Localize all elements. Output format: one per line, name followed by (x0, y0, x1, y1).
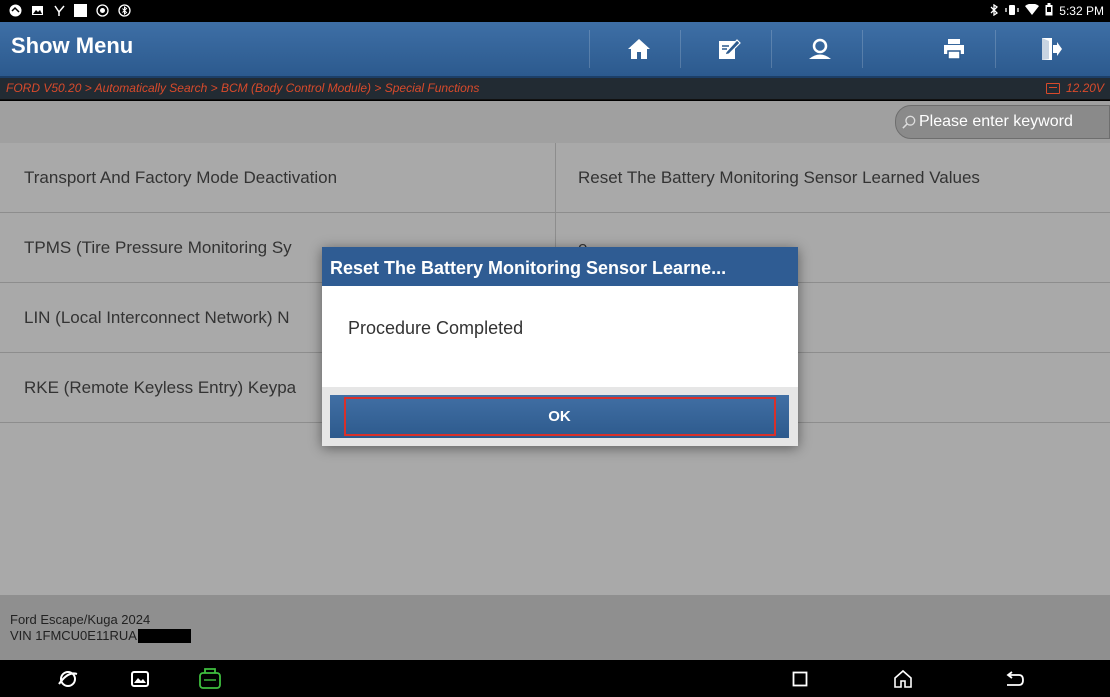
result-dialog: Reset The Battery Monitoring Sensor Lear… (322, 247, 798, 446)
ok-label: OK (548, 408, 571, 425)
dialog-message: Procedure Completed (348, 318, 524, 338)
modal-overlay: Reset The Battery Monitoring Sensor Lear… (0, 0, 1110, 697)
dialog-footer: OK (322, 387, 798, 446)
ok-button[interactable]: OK (330, 395, 789, 438)
dialog-title: Reset The Battery Monitoring Sensor Lear… (322, 247, 798, 286)
